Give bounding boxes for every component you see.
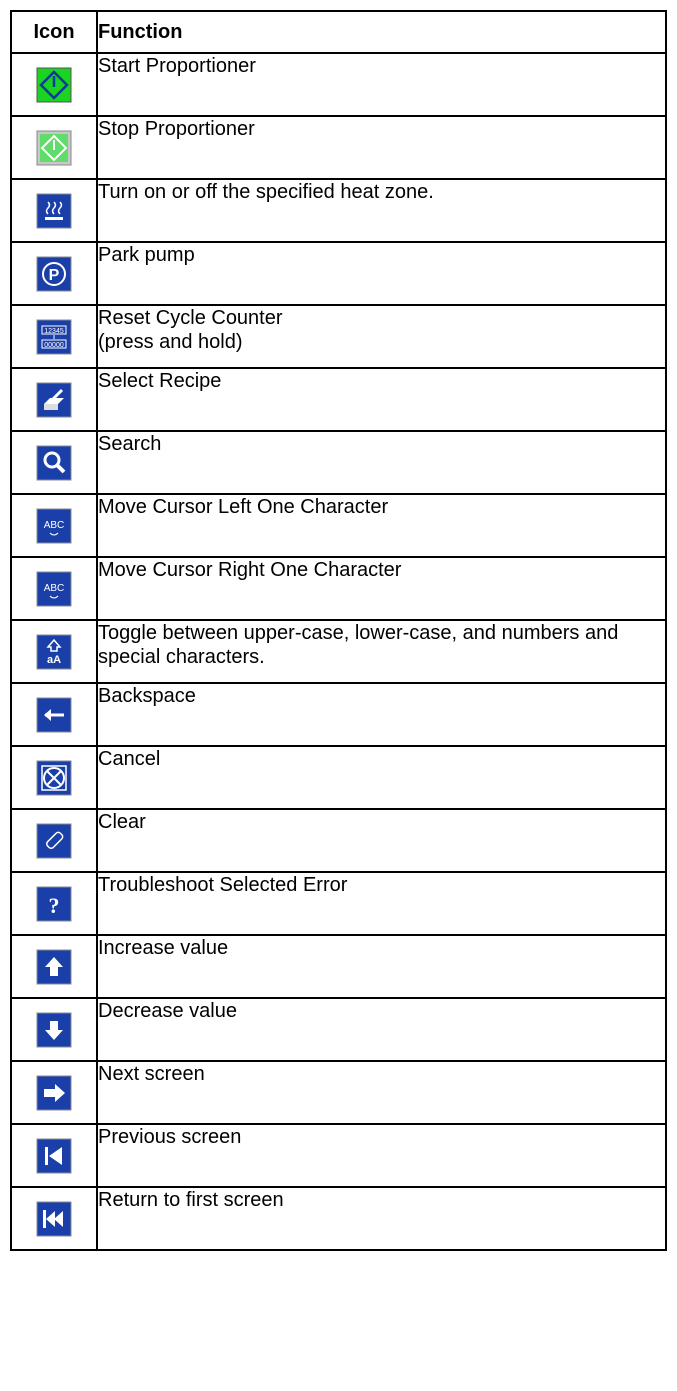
icon-function-table: Icon Function Start Proportioner Stop Pro… [10, 10, 667, 1251]
function-cell: Previous screen [96, 1123, 667, 1188]
previous-screen-icon [36, 1138, 72, 1174]
start-proportioner-icon [36, 67, 72, 103]
toggle-case-icon: aA [36, 634, 72, 670]
cursor-left-icon: ABC [36, 508, 72, 544]
icon-cell [10, 745, 98, 810]
table-row: Cancel [10, 745, 667, 810]
icon-cell: aA [10, 619, 98, 684]
icon-cell: 12345 00000 [10, 304, 98, 369]
function-cell: Stop Proportioner [96, 115, 667, 180]
function-cell: Select Recipe [96, 367, 667, 432]
icon-cell [10, 997, 98, 1062]
heat-zone-icon [36, 193, 72, 229]
table-row: ABC Move Cursor Left One Character [10, 493, 667, 558]
troubleshoot-icon: ? [36, 886, 72, 922]
table-row: Next screen [10, 1060, 667, 1125]
svg-text:P: P [49, 267, 60, 284]
icon-cell [10, 367, 98, 432]
icon-cell: ABC [10, 493, 98, 558]
clear-icon [36, 823, 72, 859]
function-cell: Increase value [96, 934, 667, 999]
svg-text:ABC: ABC [44, 520, 65, 531]
icon-cell [10, 115, 98, 180]
icon-cell [10, 1060, 98, 1125]
function-cell: Toggle between upper-case, lower-case, a… [96, 619, 667, 684]
backspace-icon [36, 697, 72, 733]
table-row: ABC Move Cursor Right One Character [10, 556, 667, 621]
table-row: Start Proportioner [10, 52, 667, 117]
header-function: Function [96, 10, 667, 54]
table-row: 12345 00000 Reset Cycle Counter (press and … [10, 304, 667, 369]
function-cell: Start Proportioner [96, 52, 667, 117]
table-row: Search [10, 430, 667, 495]
icon-cell [10, 430, 98, 495]
cancel-icon [36, 760, 72, 796]
function-cell: Clear [96, 808, 667, 873]
function-cell: Search [96, 430, 667, 495]
icon-cell [10, 934, 98, 999]
svg-text:aA: aA [47, 654, 61, 666]
table-row: Increase value [10, 934, 667, 999]
next-screen-icon [36, 1075, 72, 1111]
function-cell: Move Cursor Right One Character [96, 556, 667, 621]
function-cell: Cancel [96, 745, 667, 810]
function-cell: Troubleshoot Selected Error [96, 871, 667, 936]
table-row: P Park pump [10, 241, 667, 306]
table-row: Clear [10, 808, 667, 873]
function-cell: Park pump [96, 241, 667, 306]
decrease-icon [36, 1012, 72, 1048]
icon-cell [10, 808, 98, 873]
svg-text:12345: 12345 [44, 328, 64, 335]
function-cell: Turn on or off the specified heat zone. [96, 178, 667, 243]
table-header-row: Icon Function [10, 10, 667, 54]
table-row: ? Troubleshoot Selected Error [10, 871, 667, 936]
table-row: Stop Proportioner [10, 115, 667, 180]
icon-cell: ABC [10, 556, 98, 621]
table-row: Previous screen [10, 1123, 667, 1188]
increase-icon [36, 949, 72, 985]
reset-cycle-counter-icon: 12345 00000 [36, 319, 72, 355]
icon-cell: P [10, 241, 98, 306]
table-row: Return to first screen [10, 1186, 667, 1251]
svg-text:00000: 00000 [44, 342, 64, 349]
function-cell: Move Cursor Left One Character [96, 493, 667, 558]
table-row: Turn on or off the specified heat zone. [10, 178, 667, 243]
function-cell: Return to first screen [96, 1186, 667, 1251]
svg-text:?: ? [49, 893, 60, 918]
function-cell: Backspace [96, 682, 667, 747]
park-pump-icon: P [36, 256, 72, 292]
icon-cell [10, 1123, 98, 1188]
icon-cell [10, 178, 98, 243]
function-cell: Next screen [96, 1060, 667, 1125]
function-cell: Decrease value [96, 997, 667, 1062]
search-icon [36, 445, 72, 481]
header-icon: Icon [10, 10, 98, 54]
icon-cell [10, 1186, 98, 1251]
icon-cell [10, 682, 98, 747]
icon-cell: ? [10, 871, 98, 936]
table-row: Select Recipe [10, 367, 667, 432]
function-cell: Reset Cycle Counter (press and hold) [96, 304, 667, 369]
icon-cell [10, 52, 98, 117]
first-screen-icon [36, 1201, 72, 1237]
svg-text:ABC: ABC [44, 583, 65, 594]
stop-proportioner-icon [36, 130, 72, 166]
table-row: Backspace [10, 682, 667, 747]
table-row: aA Toggle between upper-case, lower-case,… [10, 619, 667, 684]
table-row: Decrease value [10, 997, 667, 1062]
cursor-right-icon: ABC [36, 571, 72, 607]
select-recipe-icon [36, 382, 72, 418]
